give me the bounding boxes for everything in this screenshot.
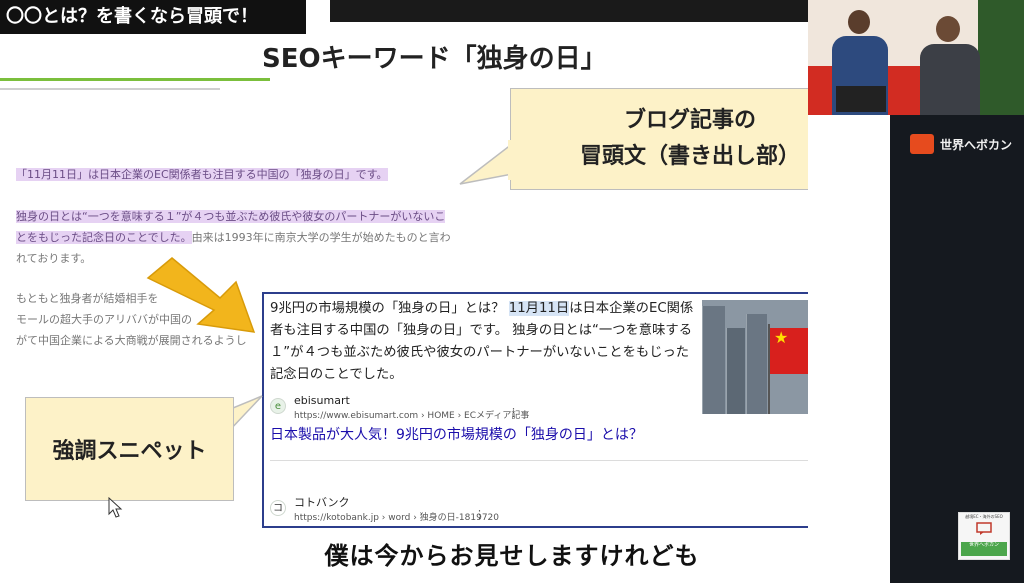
presenter-video [808, 0, 1024, 115]
brand-name: 世界へボカン [940, 138, 1013, 152]
article-line-2: 独身の日とは“一つを意味する１”が４つも並ぶため彼氏や彼女のパートナーがいないこ [16, 208, 446, 224]
snippet-divider [270, 460, 845, 461]
right-panel-gap [808, 115, 890, 583]
snippet-text: 9兆円の市場規模の「独身の日」とは？ 11月11日は日本企業のEC関係者も注目す… [270, 298, 698, 386]
snippet-text-prefix: 9兆円の市場規模の「独身の日」とは？ [270, 301, 505, 316]
brand-logo-icon [910, 134, 934, 154]
heading-underline-gray [0, 88, 220, 90]
result1-url[interactable]: https://www.ebisumart.com › HOME › ECメディ… [294, 408, 529, 421]
kotobank-favicon-icon: コ [270, 500, 286, 516]
callout-featured-snippet-text: 強調スニペット [52, 439, 207, 464]
top-dark-strip [330, 0, 808, 22]
building-shape [702, 306, 725, 414]
video-subtitle: 僕は今からお見せしますけれども [324, 542, 700, 570]
article-line-4: れております。 [16, 252, 92, 265]
ebisumart-favicon-icon: e [270, 398, 286, 414]
result1-title-link[interactable]: 日本製品が大人気！9兆円の市場規模の「独身の日」とは？ [270, 424, 643, 444]
building-shape [726, 328, 745, 414]
callout-intro-line1: ブログ記事の [623, 108, 756, 133]
arrow-icon [146, 257, 256, 333]
callout-top-pointer-mask [508, 140, 514, 180]
plant-shape [978, 0, 1024, 115]
badge-top-text: 越境EC・海外のSEO [965, 514, 1003, 519]
article-highlight-1: 「11月11日」は日本企業のEC関係者も注目する中国の「独身の日」です。 [16, 168, 388, 181]
slide-heading: SEOキーワード「独身の日」 [262, 44, 607, 74]
article-highlight-3: とをもじった記念日のことでした。 [16, 231, 192, 244]
article-highlight-2: 独身の日とは“一つを意味する１”が４つも並ぶため彼氏や彼女のパートナーがいないこ [16, 210, 446, 223]
article-line-1: 「11月11日」は日本企業のEC関係者も注目する中国の「独身の日」です。 [16, 166, 388, 182]
result1-more-icon[interactable]: ⋮ [508, 406, 519, 419]
presenter1-head [848, 10, 870, 34]
chat-icon [976, 522, 992, 535]
heading-underline-green [0, 78, 270, 81]
presenter2-body [920, 44, 980, 115]
result1-site-name[interactable]: ebisumart [294, 394, 350, 407]
video-title-banner: 〇〇とは？を書くなら冒頭で！ [0, 0, 306, 34]
callout-intro-line2: 冒頭文（書き出し部） [579, 144, 800, 169]
article-line-5: もともと独身者が結婚相手を [16, 292, 159, 305]
article-text-3b: 由来は1993年に南京大学の学生が始めたものと言わ [191, 231, 451, 244]
laptop-shape [836, 86, 886, 112]
presenter2-head [936, 16, 960, 42]
result2-site-name[interactable]: コトバンク [294, 494, 350, 510]
result2-url[interactable]: https://kotobank.jp › word › 独身の日-181972… [294, 510, 499, 523]
snippet-date-highlight: 11月11日 [508, 301, 570, 316]
article-line-3: とをもじった記念日のことでした。由来は1993年に南京大学の学生が始めたものと言… [16, 229, 451, 245]
callout-featured-snippet: 強調スニペット [25, 397, 234, 501]
mouse-cursor-icon [108, 497, 123, 518]
featured-snippet: 9兆円の市場規模の「独身の日」とは？ 11月11日は日本企業のEC関係者も注目す… [262, 292, 875, 528]
building-shape [746, 314, 767, 414]
result2-more-icon[interactable]: ⋮ [474, 508, 485, 521]
